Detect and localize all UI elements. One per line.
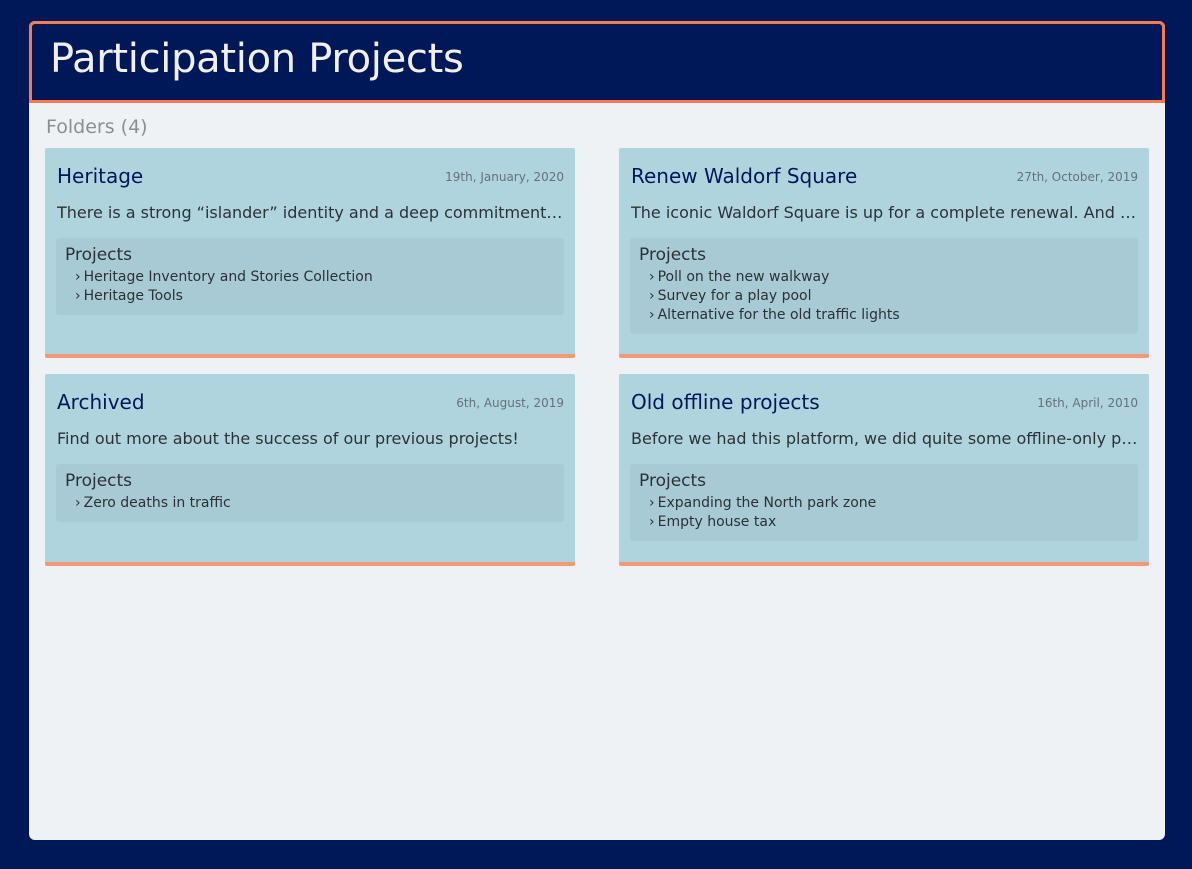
folder-title[interactable]: Archived bbox=[57, 389, 145, 415]
folder-card-archived[interactable]: Archived 6th, August, 2019 Find out more… bbox=[45, 374, 575, 566]
folder-description: The iconic Waldorf Square is up for a co… bbox=[631, 203, 1139, 222]
project-link[interactable]: › Expanding the North park zone bbox=[639, 494, 1129, 513]
chevron-right-icon: › bbox=[649, 269, 655, 285]
folder-title[interactable]: Old offline projects bbox=[631, 389, 820, 415]
folder-description: Before we had this platform, we did quit… bbox=[631, 429, 1139, 448]
chevron-right-icon: › bbox=[649, 307, 655, 323]
projects-list: Projects › Zero deaths in traffic bbox=[56, 464, 564, 522]
folder-date: 27th, October, 2019 bbox=[1016, 170, 1138, 184]
project-link-label: Heritage Inventory and Stories Collectio… bbox=[83, 269, 373, 285]
projects-label: Projects bbox=[65, 471, 133, 491]
projects-list: Projects › Poll on the new walkway › Surve… bbox=[630, 238, 1138, 334]
project-link[interactable]: › Poll on the new walkway bbox=[639, 268, 1129, 287]
project-link[interactable]: › Alternative for the old traffic lights bbox=[639, 306, 1129, 325]
projects-label: Projects bbox=[65, 245, 133, 265]
folder-date: 19th, January, 2020 bbox=[445, 170, 564, 184]
chevron-right-icon: › bbox=[649, 514, 655, 530]
page-frame: Participation Projects Folders (4) Herit… bbox=[29, 21, 1165, 840]
project-link[interactable]: › Zero deaths in traffic bbox=[65, 494, 555, 513]
projects-list: Projects › Heritage Inventory and Stories… bbox=[56, 238, 564, 315]
page-header: Participation Projects bbox=[29, 21, 1165, 103]
project-link-label: Zero deaths in traffic bbox=[83, 495, 231, 511]
page-title: Participation Projects bbox=[50, 36, 464, 82]
folder-card-renew-waldorf-square[interactable]: Renew Waldorf Square 27th, October, 2019… bbox=[619, 148, 1149, 358]
projects-label: Projects bbox=[639, 245, 707, 265]
folder-card-heritage[interactable]: Heritage 19th, January, 2020 There is a … bbox=[45, 148, 575, 358]
chevron-right-icon: › bbox=[649, 288, 655, 304]
project-link-label: Expanding the North park zone bbox=[657, 495, 877, 511]
project-link-label: Empty house tax bbox=[657, 514, 777, 530]
project-link[interactable]: › Empty house tax bbox=[639, 513, 1129, 532]
projects-label: Projects bbox=[639, 471, 707, 491]
folder-title[interactable]: Heritage bbox=[57, 163, 143, 189]
project-link-label: Survey for a play pool bbox=[657, 288, 812, 304]
chevron-right-icon: › bbox=[75, 495, 81, 511]
folder-card-old-offline-projects[interactable]: Old offline projects 16th, April, 2010 B… bbox=[619, 374, 1149, 566]
folders-heading: Folders (4) bbox=[46, 116, 148, 138]
projects-list: Projects › Expanding the North park zone … bbox=[630, 464, 1138, 541]
folder-description: There is a strong “islander” identity an… bbox=[57, 203, 565, 222]
folder-title[interactable]: Renew Waldorf Square bbox=[631, 163, 857, 189]
project-link-label: Heritage Tools bbox=[83, 288, 183, 304]
chevron-right-icon: › bbox=[75, 288, 81, 304]
folder-description: Find out more about the success of our p… bbox=[57, 429, 519, 448]
folder-date: 16th, April, 2010 bbox=[1037, 396, 1138, 410]
project-link-label: Alternative for the old traffic lights bbox=[657, 307, 900, 323]
chevron-right-icon: › bbox=[75, 269, 81, 285]
project-link[interactable]: › Heritage Tools bbox=[65, 287, 555, 306]
chevron-right-icon: › bbox=[649, 495, 655, 511]
project-link-label: Poll on the new walkway bbox=[657, 269, 830, 285]
project-link[interactable]: › Survey for a play pool bbox=[639, 287, 1129, 306]
project-link[interactable]: › Heritage Inventory and Stories Collecti… bbox=[65, 268, 555, 287]
folder-date: 6th, August, 2019 bbox=[456, 396, 564, 410]
